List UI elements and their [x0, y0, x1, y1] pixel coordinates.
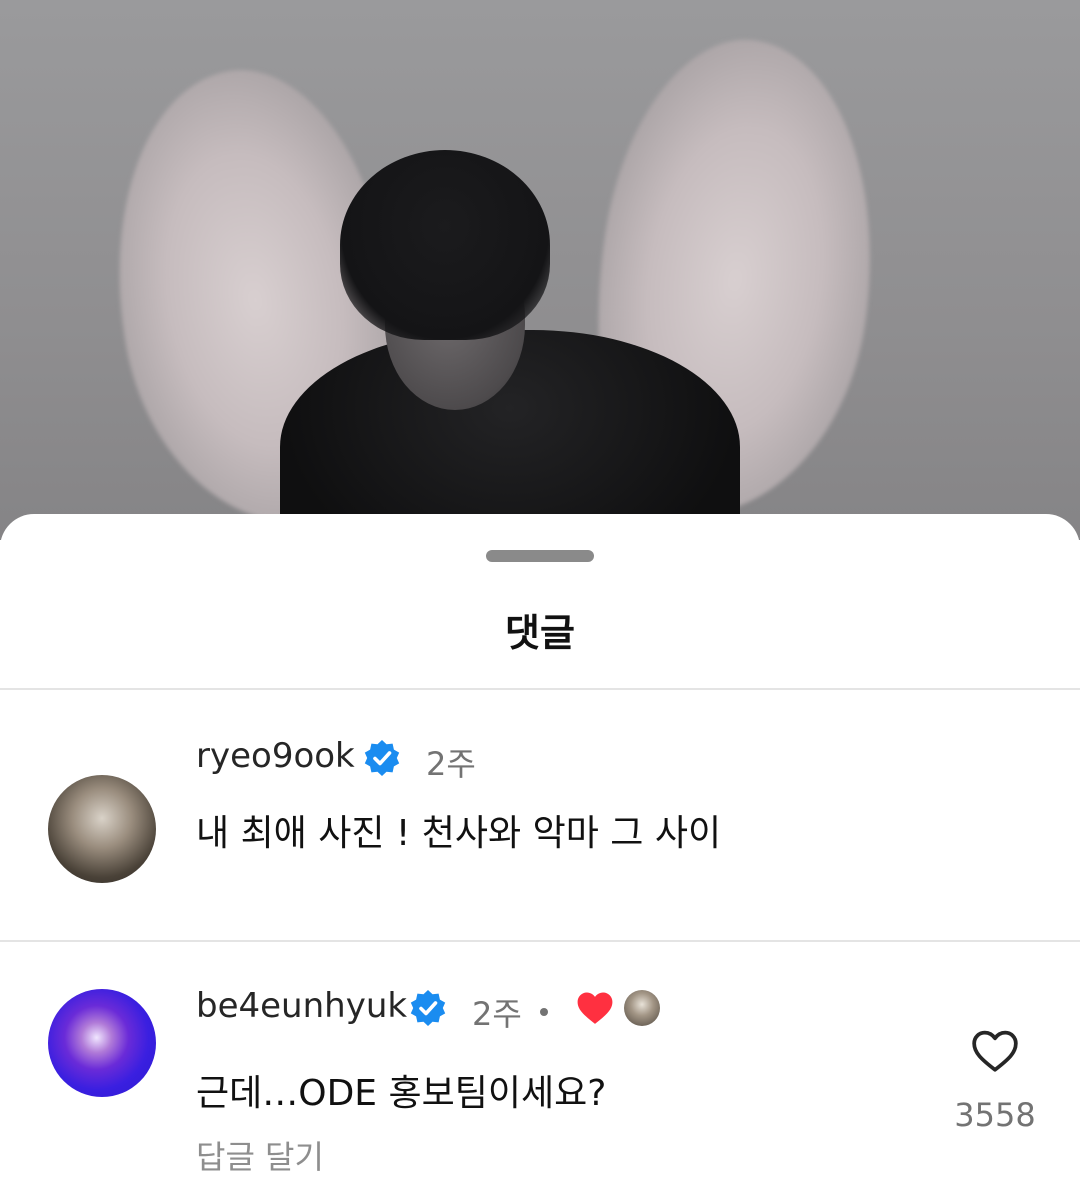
heart-outline-icon[interactable]	[970, 1028, 1020, 1074]
like-count: 3558	[954, 1096, 1036, 1134]
separator-dot	[540, 1008, 548, 1016]
title-divider	[0, 688, 1080, 690]
comment-text: 내 최애 사진 ! 천사와 악마 그 사이	[196, 813, 722, 854]
post-photo	[0, 0, 1080, 540]
sheet-title: 댓글	[505, 611, 575, 655]
person-hair	[340, 150, 550, 340]
heart-filled-icon	[577, 992, 613, 1024]
verified-badge-icon	[410, 990, 446, 1026]
comments-sheet: 댓글 ryeo9ook 2주 내 최애 사진 ! 천사와 악마 그 사이 be4…	[0, 514, 1080, 1188]
comment-text: 근데…ODE 홍보팀이세요?	[196, 1073, 607, 1114]
verified-badge-icon	[364, 740, 400, 776]
comment-divider	[0, 940, 1080, 942]
avatar[interactable]	[48, 775, 156, 883]
comment-username[interactable]: be4eunhyuk	[196, 986, 407, 1026]
comment-username[interactable]: ryeo9ook	[196, 736, 355, 776]
author-avatar	[624, 990, 660, 1026]
comment-time: 2주	[472, 995, 522, 1033]
avatar[interactable]	[48, 989, 156, 1097]
comment-time: 2주	[426, 745, 476, 783]
sheet-drag-handle[interactable]	[486, 550, 594, 562]
reply-button[interactable]: 답글 달기	[196, 1132, 324, 1178]
